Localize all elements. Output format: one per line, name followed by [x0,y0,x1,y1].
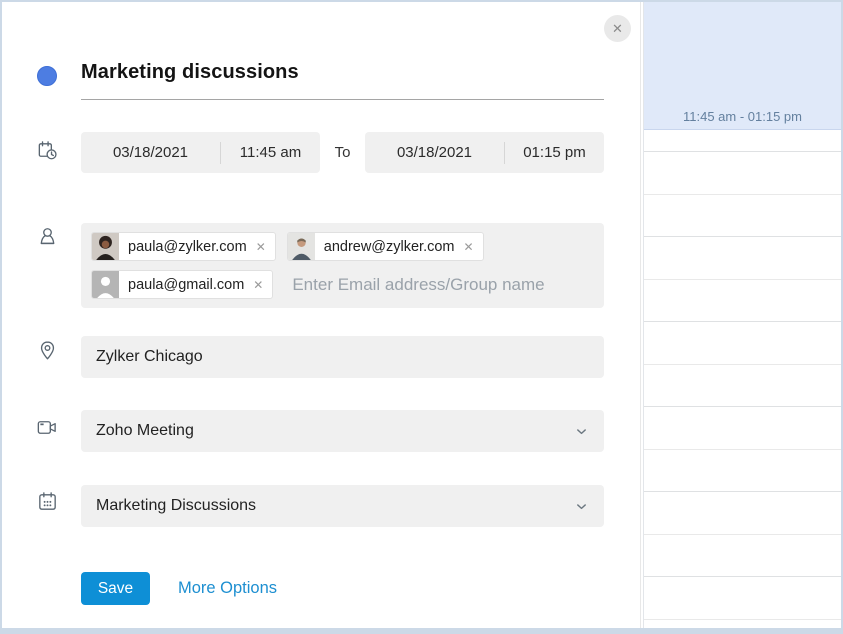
calendar-slot[interactable] [644,365,841,408]
event-create-dialog: ✕ Marketing discussions 03/18/2021 11:45… [2,2,641,628]
calendar-event-block[interactable]: 11:45 am - 01:15 pm [644,2,841,130]
calendar-slot[interactable] [644,407,841,450]
calendar-slot[interactable] [644,450,841,493]
end-time-field[interactable]: 01:15 pm [505,144,604,161]
title-underline [81,99,604,100]
calendar-value: Marketing Discussions [96,497,256,515]
end-date-field[interactable]: 03/18/2021 [365,144,504,161]
remove-attendee-icon[interactable]: ✕ [253,240,275,254]
datetime-row: 03/18/2021 11:45 am To 03/18/2021 01:15 … [81,132,604,173]
attendee-chip[interactable]: paula@gmail.com ✕ [91,270,273,299]
remove-attendee-icon[interactable]: ✕ [461,240,483,254]
calendar-slot[interactable] [644,280,841,323]
attendee-email: paula@gmail.com [119,277,250,293]
conferencing-dropdown[interactable]: Zoho Meeting [81,410,604,452]
calendar-dropdown[interactable]: Marketing Discussions [81,485,604,527]
calendar-icon [36,490,59,513]
attendees-icon [36,225,59,248]
attendees-field[interactable]: paula@zylker.com ✕ andrew@zylker.com ✕ [81,223,604,308]
attendee-email: andrew@zylker.com [315,239,461,255]
attendee-email-input[interactable] [284,270,594,299]
event-title-field[interactable]: Marketing discussions [81,61,299,84]
location-value: Zylker Chicago [96,348,203,366]
calendar-slot[interactable] [644,322,841,365]
end-datetime-group: 03/18/2021 01:15 pm [365,132,604,173]
location-icon [36,339,59,362]
attendee-chip[interactable]: paula@zylker.com ✕ [91,232,276,261]
calendar-slot[interactable] [644,535,841,578]
close-icon: ✕ [612,21,623,37]
calendar-slot[interactable] [644,152,841,195]
attendee-avatar-default [92,271,119,298]
calendar-slot[interactable] [644,577,841,620]
datetime-icon [36,139,59,162]
calendar-slot[interactable] [644,237,841,280]
location-field[interactable]: Zylker Chicago [81,336,604,378]
calendar-slot[interactable] [644,620,841,629]
remove-attendee-icon[interactable]: ✕ [250,278,272,292]
chevron-down-icon [574,424,589,439]
calendar-slot[interactable] [644,492,841,535]
conferencing-value: Zoho Meeting [96,422,194,440]
start-datetime-group: 03/18/2021 11:45 am [81,132,320,173]
attendee-email: paula@zylker.com [119,239,253,255]
calendar-slot[interactable] [644,130,841,152]
event-time-range: 11:45 am - 01:15 pm [683,109,802,124]
chevron-down-icon [574,499,589,514]
attendee-avatar-man [288,233,315,260]
background-calendar-column: 11:45 am - 01:15 pm [643,2,841,628]
attendee-avatar-woman [92,233,119,260]
video-conference-icon [35,416,58,439]
start-date-field[interactable]: 03/18/2021 [81,144,220,161]
event-color-dot[interactable] [37,66,57,86]
save-button[interactable]: Save [81,572,150,605]
calendar-slot[interactable] [644,195,841,238]
attendee-chip[interactable]: andrew@zylker.com ✕ [287,232,484,261]
to-label: To [320,144,365,161]
more-options-link[interactable]: More Options [178,579,277,598]
start-time-field[interactable]: 11:45 am [221,144,320,161]
calendar-grid [644,130,841,628]
close-button[interactable]: ✕ [604,15,631,42]
